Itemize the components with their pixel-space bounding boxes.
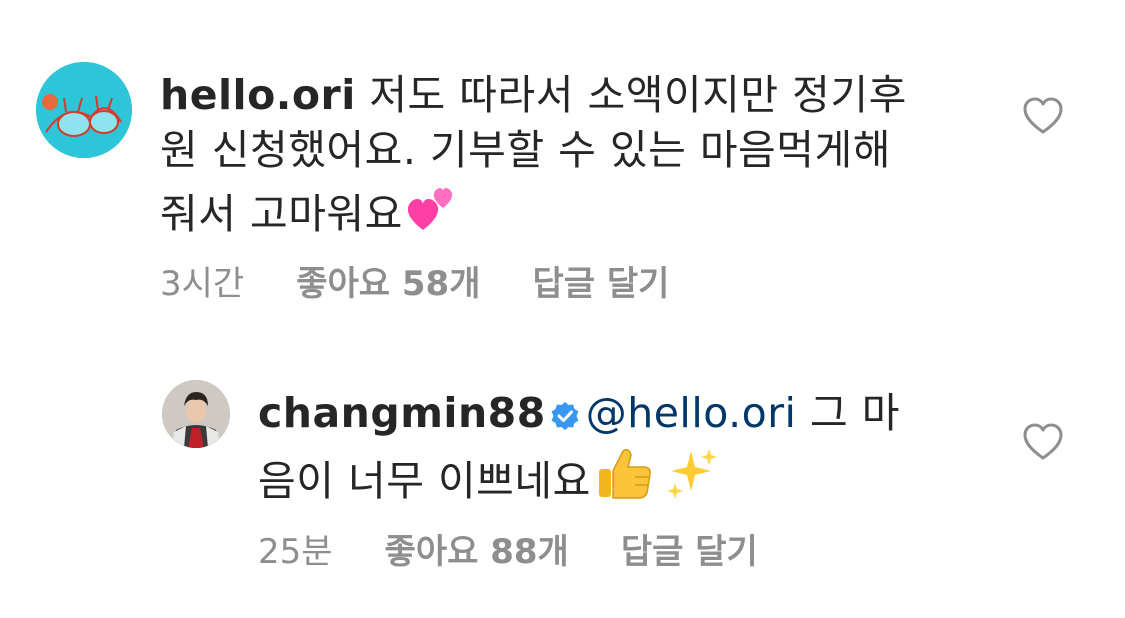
- avatar-image: [162, 380, 230, 448]
- comment-meta: 3시간 좋아요 58개 답글 달기: [160, 256, 669, 305]
- timestamp: 25분: [258, 532, 333, 572]
- comment-body: 저도 따라서 소액이지만 정기후: [355, 71, 907, 119]
- comment-line-1: changmin88 @hello.ori 그 마: [258, 386, 978, 445]
- timestamp: 3시간: [160, 264, 245, 304]
- comment-body-end: 줘서 고마워요: [160, 190, 403, 238]
- heart-outline-icon[interactable]: [1022, 422, 1064, 462]
- likes-count[interactable]: 좋아요 88개: [385, 524, 569, 573]
- thumbs-up-icon: [595, 445, 655, 515]
- username[interactable]: changmin88: [258, 389, 546, 437]
- comment-text: changmin88 @hello.ori 그 마 음이 너무 이쁘네요: [258, 386, 978, 515]
- username[interactable]: hello.ori: [160, 71, 356, 119]
- comment-body: 그 마: [796, 389, 900, 437]
- sparkles-icon: [663, 445, 719, 515]
- reply-button[interactable]: 답글 달기: [621, 524, 758, 573]
- avatar-image: [36, 62, 132, 158]
- comment-text: hello.ori 저도 따라서 소액이지만 정기후 원 신청했어요. 기부할 …: [160, 68, 980, 248]
- mention-link[interactable]: @hello.ori: [586, 389, 797, 437]
- comment-line-1: hello.ori 저도 따라서 소액이지만 정기후: [160, 68, 980, 123]
- avatar[interactable]: [36, 62, 132, 158]
- comment-meta: 25분 좋아요 88개 답글 달기: [258, 524, 758, 573]
- avatar[interactable]: [162, 380, 230, 448]
- reply-button[interactable]: 답글 달기: [532, 256, 669, 305]
- heart-outline-icon[interactable]: [1022, 96, 1064, 136]
- two-hearts-icon: [403, 178, 461, 248]
- comment-line-2: 음이 너무 이쁘네요: [258, 445, 978, 515]
- comment-line-2: 원 신청했어요. 기부할 수 있는 마음먹게해: [160, 126, 891, 174]
- verified-badge-icon: [550, 390, 580, 445]
- likes-count[interactable]: 좋아요 58개: [296, 256, 480, 305]
- comment-line-3: 줘서 고마워요: [160, 178, 980, 248]
- comment-body-end: 음이 너무 이쁘네요: [258, 457, 591, 505]
